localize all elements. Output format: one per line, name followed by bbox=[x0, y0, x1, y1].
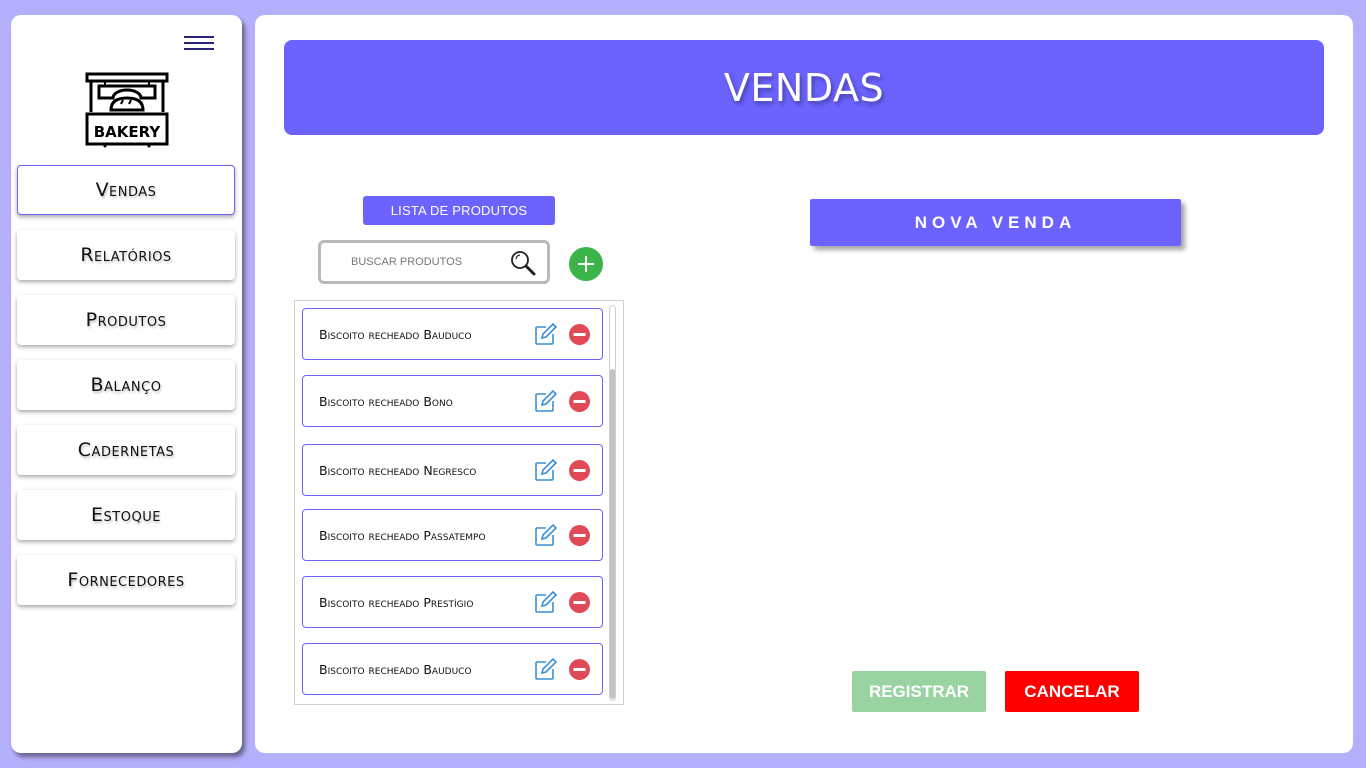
nav-item-vendas[interactable]: Vendas bbox=[17, 165, 235, 215]
product-name: Biscoito recheado Passatempo bbox=[319, 527, 486, 543]
product-item[interactable]: Biscoito recheado Bauduco bbox=[302, 643, 603, 695]
remove-icon[interactable] bbox=[569, 525, 590, 546]
edit-icon[interactable] bbox=[533, 658, 557, 682]
add-product-button[interactable] bbox=[569, 247, 603, 281]
product-name: Biscoito recheado Bono bbox=[319, 393, 453, 409]
product-item[interactable]: Biscoito recheado Bono bbox=[302, 375, 603, 427]
remove-icon[interactable] bbox=[569, 460, 590, 481]
nav-item-label: Produtos bbox=[85, 309, 167, 331]
edit-icon[interactable] bbox=[533, 524, 557, 548]
nav-item-cadernetas[interactable]: Cadernetas bbox=[17, 425, 235, 475]
nav-item-label: Cadernetas bbox=[77, 439, 175, 461]
nav-item-label: Estoque bbox=[91, 504, 161, 526]
nav-item-label: Balanço bbox=[90, 374, 162, 396]
hamburger-menu-icon[interactable] bbox=[184, 36, 214, 52]
product-list-label: LISTA DE PRODUTOS bbox=[363, 196, 555, 225]
nav-item-produtos[interactable]: Produtos bbox=[17, 295, 235, 345]
product-item[interactable]: Biscoito recheado Bauduco bbox=[302, 308, 603, 360]
nav-item-fornecedores[interactable]: Fornecedores bbox=[17, 555, 235, 605]
page-title: VENDAS bbox=[723, 65, 885, 110]
edit-icon[interactable] bbox=[533, 323, 557, 347]
scrollbar-thumb[interactable] bbox=[610, 369, 615, 699]
register-button[interactable]: REGISTRAR bbox=[852, 671, 986, 712]
nav-item-balanco[interactable]: Balanço bbox=[17, 360, 235, 410]
nav-item-estoque[interactable]: Estoque bbox=[17, 490, 235, 540]
product-name: Biscoito recheado Negresco bbox=[319, 462, 477, 478]
remove-icon[interactable] bbox=[569, 659, 590, 680]
product-item[interactable]: Biscoito recheado Negresco bbox=[302, 444, 603, 496]
nav-item-label: Relatórios bbox=[80, 244, 172, 266]
product-name: Biscoito recheado Bauduco bbox=[319, 661, 472, 677]
remove-icon[interactable] bbox=[569, 391, 590, 412]
logo-text: BAKERY bbox=[94, 123, 162, 141]
cancel-button[interactable]: CANCELAR bbox=[1005, 671, 1139, 712]
remove-icon[interactable] bbox=[569, 592, 590, 613]
product-search-box bbox=[318, 240, 550, 284]
product-item[interactable]: Biscoito recheado Passatempo bbox=[302, 509, 603, 561]
nav-item-label: Vendas bbox=[95, 179, 157, 201]
edit-icon[interactable] bbox=[533, 459, 557, 483]
nav-item-label: Fornecedores bbox=[67, 569, 185, 591]
product-search-input[interactable] bbox=[351, 256, 516, 268]
nav-item-relatorios[interactable]: Relatórios bbox=[17, 230, 235, 280]
bakery-logo: BAKERY bbox=[85, 72, 169, 148]
product-name: Biscoito recheado Prestígio bbox=[319, 594, 474, 610]
remove-icon[interactable] bbox=[569, 324, 590, 345]
search-icon[interactable] bbox=[510, 250, 536, 276]
product-list: Biscoito recheado Bauduco Biscoito reche… bbox=[294, 300, 624, 705]
page-header: VENDAS bbox=[284, 40, 1324, 135]
main-panel: VENDAS LISTA DE PRODUTOS Biscoito rechea… bbox=[255, 15, 1353, 753]
plus-icon bbox=[578, 256, 594, 272]
edit-icon[interactable] bbox=[533, 390, 557, 414]
edit-icon[interactable] bbox=[533, 591, 557, 615]
sidebar: BAKERY Vendas Relatórios Produtos Balanç… bbox=[11, 15, 242, 753]
product-item[interactable]: Biscoito recheado Prestígio bbox=[302, 576, 603, 628]
product-name: Biscoito recheado Bauduco bbox=[319, 326, 472, 342]
new-sale-button[interactable]: NOVA VENDA bbox=[810, 199, 1181, 246]
